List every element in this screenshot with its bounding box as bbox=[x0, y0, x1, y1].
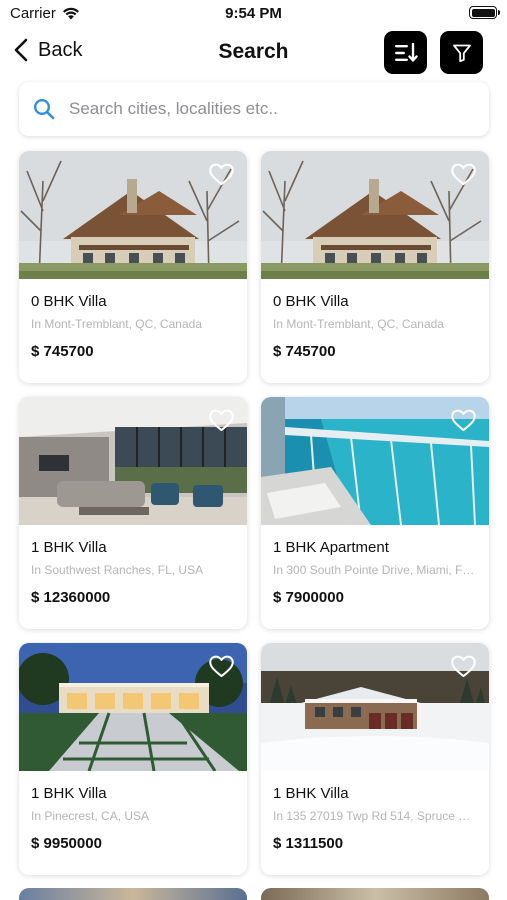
listing-location: In 300 South Pointe Drive, Miami, FL, US… bbox=[273, 563, 479, 577]
listing-location: In Pinecrest, CA, USA bbox=[31, 809, 150, 823]
listing-card[interactable]: 1 BHK Apartment In 300 South Pointe Driv… bbox=[261, 397, 489, 629]
listing-card[interactable]: 0 BHK Villa In Mont-Tremblant, QC, Canad… bbox=[19, 151, 247, 383]
listing-title: 1 BHK Villa bbox=[31, 539, 107, 556]
heart-icon[interactable] bbox=[450, 161, 477, 188]
snow-house-photo bbox=[261, 643, 489, 771]
back-label: Back bbox=[38, 38, 83, 61]
listing-location: In 135 27019 Twp Rd 514, Spruce Grove, A… bbox=[273, 809, 479, 823]
heart-icon[interactable] bbox=[450, 653, 477, 680]
listing-price: $ 9950000 bbox=[31, 835, 102, 852]
listing-price: $ 745700 bbox=[31, 343, 94, 360]
status-time: 9:54 PM bbox=[225, 5, 282, 22]
listing-price: $ 7900000 bbox=[273, 589, 344, 606]
listing-title: 1 BHK Villa bbox=[31, 785, 107, 802]
heart-icon[interactable] bbox=[450, 407, 477, 434]
listing-location: In Mont-Tremblant, QC, Canada bbox=[31, 317, 202, 331]
listing-title: 0 BHK Villa bbox=[31, 293, 107, 310]
listing-price: $ 12360000 bbox=[31, 589, 111, 606]
nav-bar: Back Search bbox=[0, 28, 507, 78]
search-icon bbox=[33, 98, 55, 120]
listing-card[interactable]: 1 BHK Villa In Southwest Ranches, FL, US… bbox=[19, 397, 247, 629]
listing-title: 1 BHK Villa bbox=[273, 785, 349, 802]
filter-icon bbox=[452, 44, 471, 62]
living-room-photo bbox=[19, 397, 247, 525]
back-button[interactable]: Back bbox=[14, 38, 82, 62]
listing-title: 1 BHK Apartment bbox=[273, 539, 389, 556]
heart-icon[interactable] bbox=[208, 653, 235, 680]
search-input[interactable] bbox=[69, 99, 469, 119]
heart-icon[interactable] bbox=[208, 407, 235, 434]
sort-button[interactable] bbox=[384, 31, 427, 74]
battery-icon bbox=[469, 6, 500, 19]
ocean-balcony-photo bbox=[261, 397, 489, 525]
listing-card-partial[interactable] bbox=[19, 888, 247, 900]
listing-location: In Southwest Ranches, FL, USA bbox=[31, 563, 204, 577]
listing-card[interactable]: 1 BHK Villa In 135 27019 Twp Rd 514, Spr… bbox=[261, 643, 489, 875]
heart-icon[interactable] bbox=[208, 161, 235, 188]
listing-card[interactable]: 1 BHK Villa In Pinecrest, CA, USA $ 9950… bbox=[19, 643, 247, 875]
listing-card[interactable]: 0 BHK Villa In Mont-Tremblant, QC, Canad… bbox=[261, 151, 489, 383]
modern-villa-photo bbox=[19, 643, 247, 771]
search-bar[interactable] bbox=[19, 82, 489, 136]
lodge-house-photo bbox=[19, 151, 247, 279]
listing-title: 0 BHK Villa bbox=[273, 293, 349, 310]
listing-price: $ 1311500 bbox=[273, 835, 344, 852]
filter-button[interactable] bbox=[440, 31, 483, 74]
listing-price: $ 745700 bbox=[273, 343, 336, 360]
chevron-left-icon bbox=[14, 38, 28, 62]
listing-location: In Mont-Tremblant, QC, Canada bbox=[273, 317, 444, 331]
status-bar: Carrier 9:54 PM bbox=[0, 0, 507, 28]
sort-icon bbox=[394, 42, 418, 62]
listing-card-partial[interactable] bbox=[261, 888, 489, 900]
lodge-house-photo bbox=[261, 151, 489, 279]
